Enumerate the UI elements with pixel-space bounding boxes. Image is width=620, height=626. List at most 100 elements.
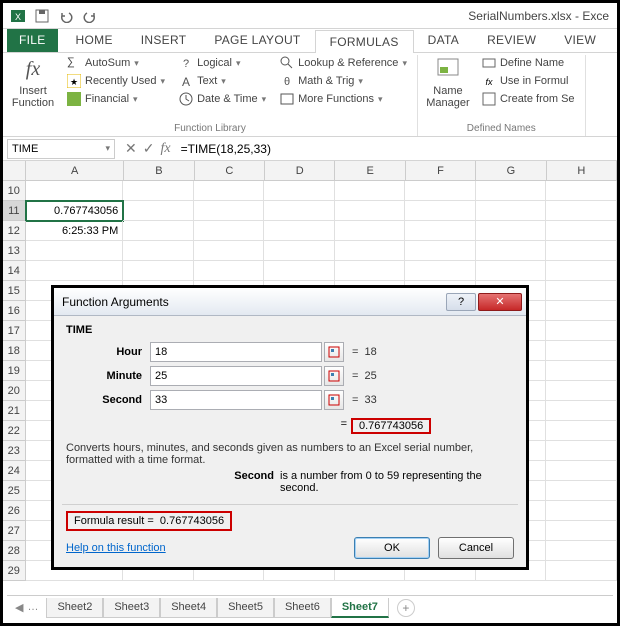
cell-D11[interactable] [264, 201, 335, 221]
cell-G10[interactable] [476, 181, 547, 201]
sheet-more-icon[interactable]: … [27, 601, 38, 614]
cell-G14[interactable] [476, 261, 547, 281]
cell-A10[interactable] [26, 181, 124, 201]
cell-C12[interactable] [194, 221, 265, 241]
financial-button[interactable]: Financial▾ [63, 91, 169, 107]
cell-E11[interactable] [335, 201, 406, 221]
row-header-20[interactable]: 20 [3, 381, 26, 401]
cell-F11[interactable] [405, 201, 476, 221]
row-header-11[interactable]: 11 [3, 201, 26, 221]
cell-B10[interactable] [123, 181, 194, 201]
cell-H27[interactable] [546, 521, 617, 541]
cell-G11[interactable] [476, 201, 547, 221]
cell-D13[interactable] [264, 241, 335, 261]
arg-input-hour[interactable] [150, 342, 322, 362]
row-header-26[interactable]: 26 [3, 501, 26, 521]
tab-view[interactable]: VIEW [550, 29, 610, 52]
cancel-button[interactable]: Cancel [438, 537, 514, 559]
cell-F14[interactable] [405, 261, 476, 281]
cell-B11[interactable] [123, 201, 194, 221]
tab-page-layout[interactable]: PAGE LAYOUT [200, 29, 314, 52]
redo-icon[interactable] [79, 5, 101, 27]
cell-H12[interactable] [546, 221, 617, 241]
sheet-tab-sheet7[interactable]: Sheet7 [331, 598, 389, 618]
col-header-D[interactable]: D [265, 161, 335, 181]
undo-icon[interactable] [55, 5, 77, 27]
cell-F10[interactable] [405, 181, 476, 201]
sheet-nav-prev-icon[interactable]: ◀ [15, 601, 23, 614]
row-header-10[interactable]: 10 [3, 181, 26, 201]
cell-H20[interactable] [546, 381, 617, 401]
col-header-H[interactable]: H [547, 161, 617, 181]
cell-C14[interactable] [194, 261, 265, 281]
row-header-14[interactable]: 14 [3, 261, 26, 281]
cell-E12[interactable] [335, 221, 406, 241]
row-header-24[interactable]: 24 [3, 461, 26, 481]
range-picker-icon[interactable] [324, 390, 344, 410]
name-box[interactable]: TIME▾ [7, 139, 115, 159]
arg-input-second[interactable] [150, 390, 322, 410]
cancel-formula-icon[interactable]: ✕ [125, 140, 137, 157]
tab-insert[interactable]: INSERT [127, 29, 201, 52]
row-header-18[interactable]: 18 [3, 341, 26, 361]
add-sheet-button[interactable]: + [397, 599, 415, 617]
cell-E10[interactable] [335, 181, 406, 201]
row-header-15[interactable]: 15 [3, 281, 26, 301]
save-icon[interactable] [31, 5, 53, 27]
insert-function-button[interactable]: fx Insert Function [9, 55, 57, 109]
cell-H14[interactable] [546, 261, 617, 281]
define-name-button[interactable]: Define Name [478, 55, 579, 71]
help-link[interactable]: Help on this function [66, 542, 166, 554]
cell-B14[interactable] [123, 261, 194, 281]
range-picker-icon[interactable] [324, 366, 344, 386]
cell-B13[interactable] [123, 241, 194, 261]
cell-D14[interactable] [264, 261, 335, 281]
cell-E14[interactable] [335, 261, 406, 281]
date-time-button[interactable]: Date & Time▾ [175, 91, 270, 107]
row-header-17[interactable]: 17 [3, 321, 26, 341]
cell-D12[interactable] [264, 221, 335, 241]
cell-H22[interactable] [546, 421, 617, 441]
sheet-tab-sheet5[interactable]: Sheet5 [217, 598, 274, 618]
cell-D10[interactable] [264, 181, 335, 201]
cell-A13[interactable] [26, 241, 124, 261]
math-trig-button[interactable]: θMath & Trig▾ [276, 73, 411, 89]
col-header-A[interactable]: A [26, 161, 124, 181]
cell-C10[interactable] [194, 181, 265, 201]
cell-H19[interactable] [546, 361, 617, 381]
sheet-tab-sheet3[interactable]: Sheet3 [103, 598, 160, 618]
cell-H29[interactable] [546, 561, 617, 581]
autosum-button[interactable]: ∑AutoSum▾ [63, 55, 169, 71]
recently-used-button[interactable]: ★Recently Used▾ [63, 73, 169, 89]
sheet-tab-sheet2[interactable]: Sheet2 [46, 598, 103, 618]
range-picker-icon[interactable] [324, 342, 344, 362]
row-header-23[interactable]: 23 [3, 441, 26, 461]
arg-input-minute[interactable] [150, 366, 322, 386]
cell-H10[interactable] [546, 181, 617, 201]
logical-button[interactable]: ?Logical▾ [175, 55, 270, 71]
fx-icon[interactable]: fx [160, 141, 170, 157]
row-header-13[interactable]: 13 [3, 241, 26, 261]
row-header-27[interactable]: 27 [3, 521, 26, 541]
more-functions-button[interactable]: More Functions▾ [276, 91, 411, 107]
cell-H16[interactable] [546, 301, 617, 321]
cell-F13[interactable] [405, 241, 476, 261]
select-all-corner[interactable] [3, 161, 26, 181]
row-header-19[interactable]: 19 [3, 361, 26, 381]
cell-H25[interactable] [546, 481, 617, 501]
sheet-tab-sheet4[interactable]: Sheet4 [160, 598, 217, 618]
row-header-21[interactable]: 21 [3, 401, 26, 421]
row-header-22[interactable]: 22 [3, 421, 26, 441]
cell-G13[interactable] [476, 241, 547, 261]
cell-C13[interactable] [194, 241, 265, 261]
accept-formula-icon[interactable]: ✓ [143, 140, 155, 157]
lookup-button[interactable]: Lookup & Reference▾ [276, 55, 411, 71]
row-header-28[interactable]: 28 [3, 541, 26, 561]
name-manager-button[interactable]: Name Manager [424, 55, 472, 109]
cell-H26[interactable] [546, 501, 617, 521]
tab-formulas[interactable]: FORMULAS [315, 30, 414, 53]
cell-F12[interactable] [405, 221, 476, 241]
use-in-formula-button[interactable]: fxUse in Formul [478, 73, 579, 89]
cell-H17[interactable] [546, 321, 617, 341]
row-header-12[interactable]: 12 [3, 221, 26, 241]
